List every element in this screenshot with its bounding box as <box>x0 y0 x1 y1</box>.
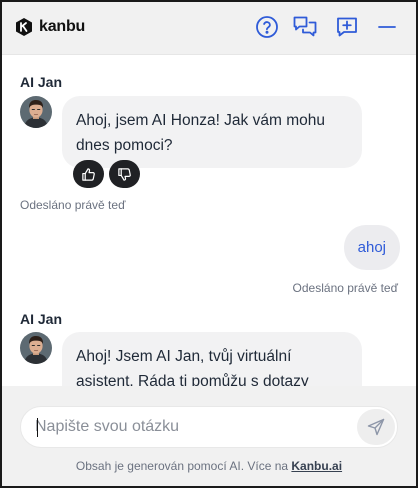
minimize-icon <box>378 26 396 28</box>
assistant-avatar-icon <box>20 96 52 128</box>
assistant-message-bubble: Ahoj! Jsem AI Jan, tvůj virtuální asiste… <box>62 332 362 386</box>
help-button[interactable] <box>254 14 280 40</box>
help-circle-icon <box>256 16 278 38</box>
kanbu-logo-icon <box>16 18 32 36</box>
message-list[interactable]: AI Jan Ahoj, jsem AI Honza! Jak vám mohu… <box>2 56 416 386</box>
sender-name: AI Jan <box>20 74 63 90</box>
kanbu-link[interactable]: Kanbu.ai <box>291 459 342 473</box>
thumbs-down-icon <box>118 167 131 181</box>
chats-button[interactable] <box>292 14 318 40</box>
send-button[interactable] <box>357 409 395 445</box>
chat-widget: kanbu AI Jan Ahoj, jsem AI Honza! Jak vá… <box>0 0 418 488</box>
new-chat-icon <box>337 17 357 37</box>
composer: Obsah je generován pomocí AI. Více na Ka… <box>2 386 416 486</box>
user-message-bubble: ahoj <box>343 225 400 270</box>
message-input-wrapper <box>20 406 398 448</box>
send-icon <box>367 418 385 436</box>
text-caret <box>37 418 38 437</box>
message-input[interactable] <box>35 407 345 447</box>
thumbs-up-button[interactable] <box>73 160 104 188</box>
minimize-button[interactable] <box>374 14 400 40</box>
sender-name: AI Jan <box>20 311 63 327</box>
avatar <box>20 96 52 128</box>
thumbs-up-icon <box>82 167 95 181</box>
ai-disclaimer-text: Obsah je generován pomocí AI. Více na <box>75 459 292 473</box>
assistant-message-bubble: Ahoj, jsem AI Honza! Jak vám mohu dnes p… <box>62 96 362 168</box>
avatar <box>20 332 52 364</box>
new-chat-button[interactable] <box>334 14 360 40</box>
thumbs-down-button[interactable] <box>109 160 140 188</box>
chat-header: kanbu <box>2 2 416 55</box>
chats-icon <box>293 16 317 37</box>
message-status: Odesláno právě teď <box>20 198 126 212</box>
brand: kanbu <box>14 16 85 38</box>
message-status: Odesláno právě teď <box>292 281 398 295</box>
assistant-avatar-icon <box>20 332 52 364</box>
brand-name: kanbu <box>39 18 86 35</box>
ai-disclaimer: Obsah je generován pomocí AI. Více na Ka… <box>2 459 416 473</box>
